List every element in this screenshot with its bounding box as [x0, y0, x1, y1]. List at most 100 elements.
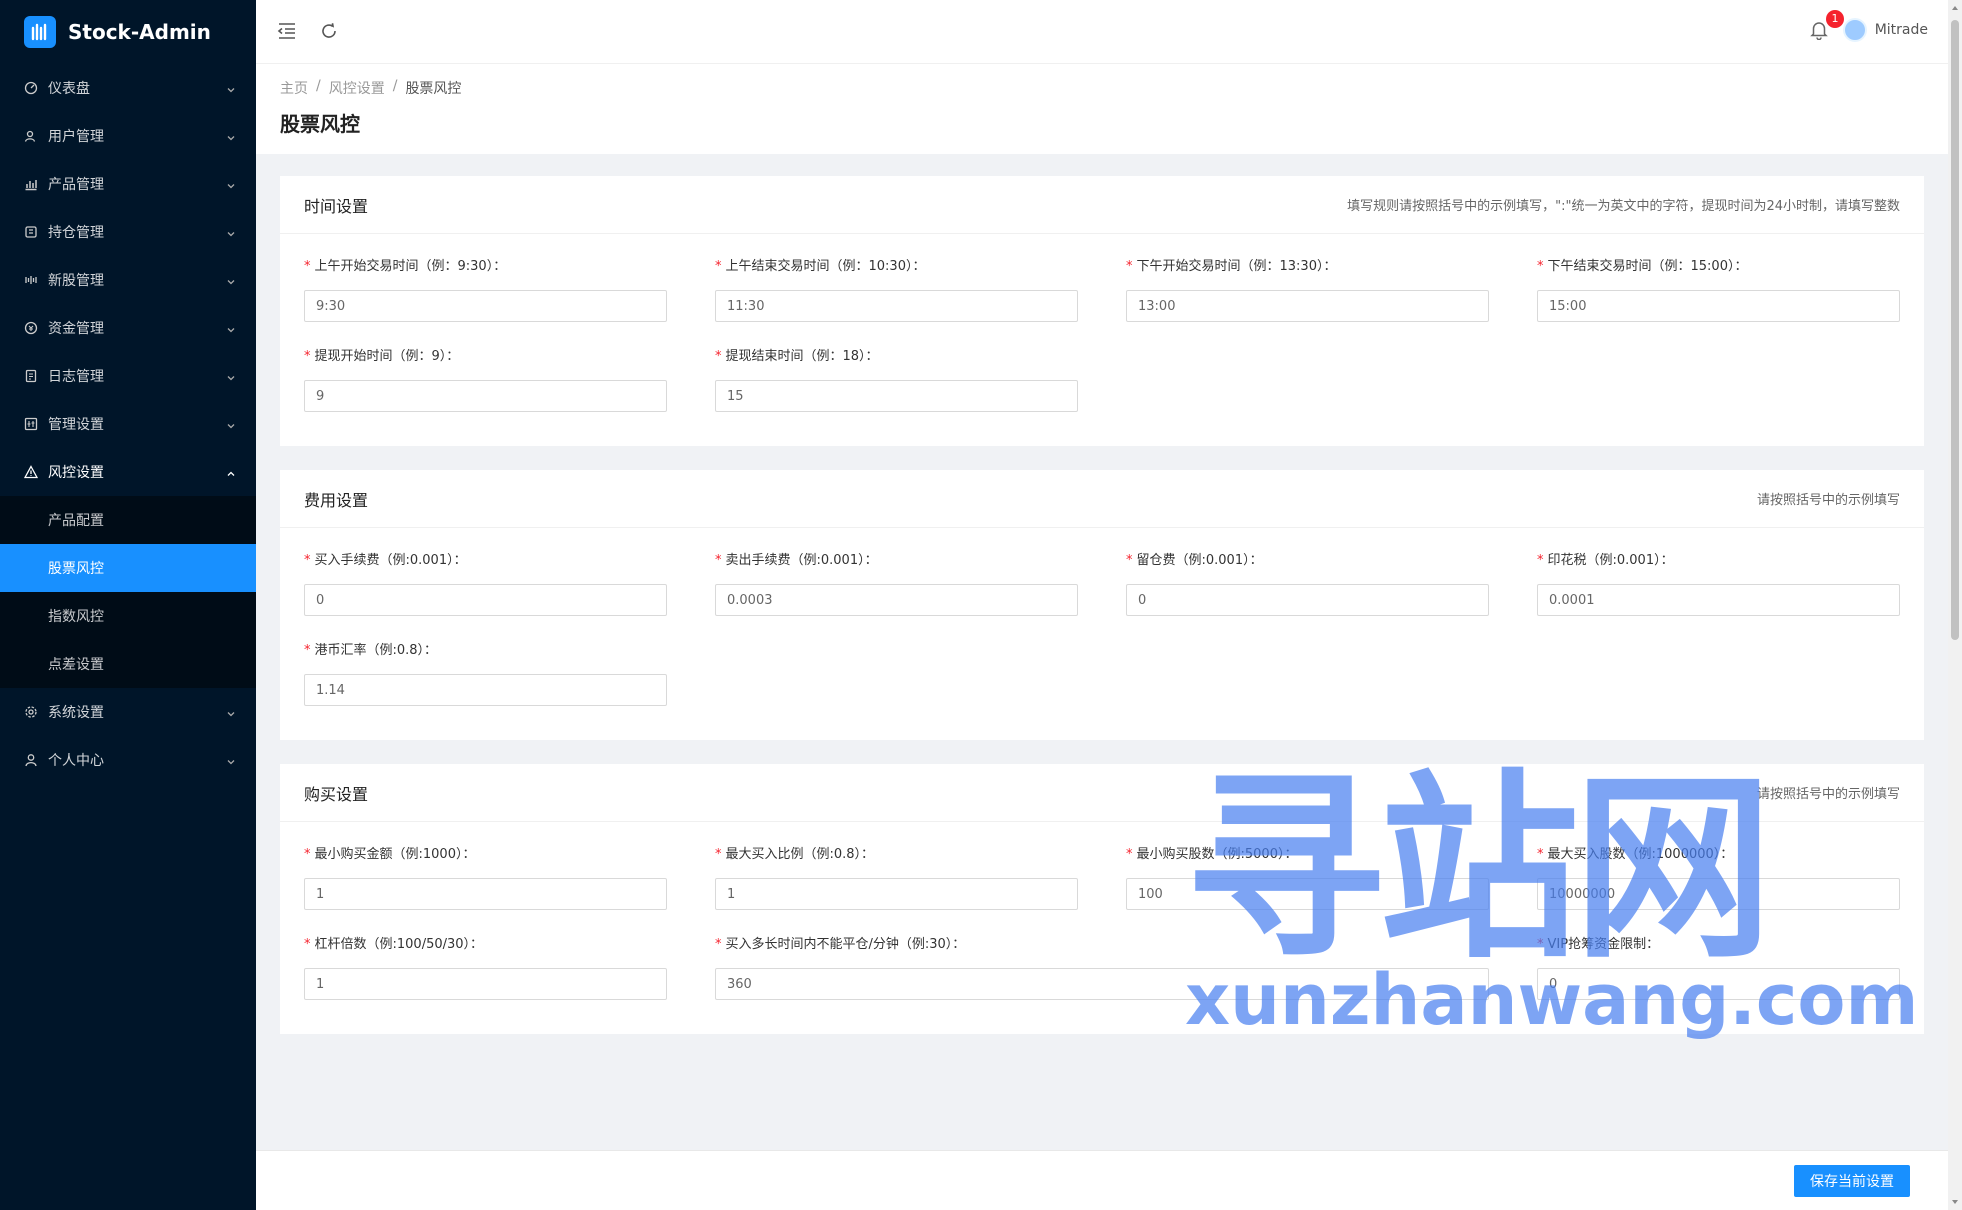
stamp-duty-input[interactable] [1537, 584, 1900, 616]
buy-fee-input[interactable] [304, 584, 667, 616]
card-title: 时间设置 [304, 196, 369, 216]
sidebar-item-label: 资金管理 [48, 321, 104, 337]
avatar [1842, 18, 1867, 42]
logo[interactable]: Stock-Admin [0, 0, 256, 64]
sidebar-item-label: 新股管理 [48, 273, 104, 289]
gear-icon [24, 705, 38, 719]
card-title: 购买设置 [304, 784, 369, 804]
card-tip: 请按照括号中的示例填写 [1756, 493, 1900, 508]
sidebar-item-stock-risk[interactable]: 股票风控 [0, 544, 256, 592]
field-label: 卖出手续费（例:0.001）： [725, 553, 878, 568]
save-settings-button[interactable]: 保存当前设置 [1794, 1164, 1910, 1197]
scroll-thumb[interactable] [1951, 20, 1959, 640]
field-label: 买入多长时间内不能平仓/分钟（例:30）： [725, 937, 966, 952]
main-content: 时间设置 填写规则请按照括号中的示例填写，":"统一为英文中的字符，提现时间为2… [280, 176, 1924, 1058]
pm-open-time-input[interactable] [1126, 290, 1489, 322]
notification-bell[interactable]: 1 [1810, 10, 1844, 42]
chevron-down-icon [226, 227, 236, 237]
username: Mitrade [1874, 22, 1928, 38]
sidebar-item-label: 个人中心 [48, 753, 104, 769]
user-icon [24, 753, 38, 767]
breadcrumb-separator: / [392, 78, 398, 94]
scroll-down-icon[interactable] [1951, 1198, 1959, 1206]
warning-icon [24, 465, 38, 479]
refresh-icon[interactable] [318, 20, 340, 42]
app-logo-icon [24, 16, 56, 48]
sidebar-item-ipo[interactable]: 新股管理 [0, 256, 256, 304]
breadcrumb-separator: / [316, 78, 321, 94]
sidebar-item-positions[interactable]: 持仓管理 [0, 208, 256, 256]
chevron-down-icon [226, 131, 236, 141]
chevron-down-icon [226, 83, 236, 93]
no-close-minutes-input[interactable] [715, 968, 1489, 1000]
chevron-up-icon [226, 467, 236, 477]
sidebar-item-index-risk[interactable]: 指数风控 [0, 592, 256, 640]
fee-settings-card: 费用设置 请按照括号中的示例填写 *买入手续费（例:0.001）： *卖出手续费… [280, 470, 1924, 740]
card-tip: 请按照括号中的示例填写 [1756, 787, 1900, 802]
leverage-input[interactable] [304, 968, 667, 1000]
card-tip: 填写规则请按照括号中的示例填写，":"统一为英文中的字符，提现时间为24小时制，… [1347, 199, 1900, 214]
chart-icon [24, 177, 38, 191]
vip-fund-limit-input[interactable] [1537, 968, 1900, 1000]
breadcrumb: 主页 / 风控设置 / 股票风控 [280, 78, 1924, 98]
chevron-down-icon [226, 755, 236, 765]
field-label: 上午结束交易时间（例：10:30）： [725, 259, 926, 274]
sidebar-item-system-settings[interactable]: 系统设置 [0, 688, 256, 736]
field-label: 最大买入股数（例:1000000）： [1547, 847, 1734, 862]
sidebar: Stock-Admin 仪表盘 用户管理 产品管理 持仓管理 新股管理 资金管理… [0, 0, 256, 1210]
top-header: 1 Mitrade [256, 0, 1948, 64]
max-buy-shares-input[interactable] [1537, 878, 1900, 910]
buy-settings-card: 购买设置 请按照括号中的示例填写 *最小购买金额（例:1000）： *最大买入比… [280, 764, 1924, 1034]
min-buy-amount-input[interactable] [304, 878, 667, 910]
app-name: Stock-Admin [68, 20, 211, 44]
chevron-down-icon [226, 419, 236, 429]
field-label: 留仓费（例:0.001）： [1136, 553, 1263, 568]
menu-fold-icon[interactable] [276, 20, 298, 42]
ipo-icon [24, 273, 38, 287]
field-label: 下午开始交易时间（例：13:30）： [1136, 259, 1337, 274]
sidebar-item-funds[interactable]: 资金管理 [0, 304, 256, 352]
withdraw-end-time-input[interactable] [715, 380, 1078, 412]
pm-close-time-input[interactable] [1537, 290, 1900, 322]
sidebar-item-products[interactable]: 产品管理 [0, 160, 256, 208]
sidebar-item-product-config[interactable]: 产品配置 [0, 496, 256, 544]
scrollbar[interactable] [1948, 0, 1962, 1210]
scroll-up-icon[interactable] [1951, 4, 1959, 12]
sidebar-item-profile[interactable]: 个人中心 [0, 736, 256, 784]
sell-fee-input[interactable] [715, 584, 1078, 616]
sidebar-item-admin-settings[interactable]: 管理设置 [0, 400, 256, 448]
withdraw-start-time-input[interactable] [304, 380, 667, 412]
user-menu[interactable]: Mitrade [1842, 18, 1928, 42]
field-label: 港币汇率（例:0.8）： [314, 643, 438, 658]
field-label: 杠杆倍数（例:100/50/30）： [314, 937, 484, 952]
overnight-fee-input[interactable] [1126, 584, 1489, 616]
chevron-down-icon [226, 275, 236, 285]
breadcrumb-home[interactable]: 主页 [280, 78, 308, 98]
field-label: 下午结束交易时间（例：15:00）： [1547, 259, 1748, 274]
field-label: 最小购买股数（例:5000）： [1136, 847, 1298, 862]
sidebar-item-logs[interactable]: 日志管理 [0, 352, 256, 400]
log-icon [24, 369, 38, 383]
hkd-rate-input[interactable] [304, 674, 667, 706]
sidebar-item-label: 仪表盘 [48, 81, 90, 97]
time-settings-card: 时间设置 填写规则请按照括号中的示例填写，":"统一为英文中的字符，提现时间为2… [280, 176, 1924, 446]
am-open-time-input[interactable] [304, 290, 667, 322]
sidebar-item-label: 系统设置 [48, 705, 104, 721]
sidebar-item-users[interactable]: 用户管理 [0, 112, 256, 160]
am-close-time-input[interactable] [715, 290, 1078, 322]
sidebar-item-risk-control[interactable]: 风控设置 [0, 448, 256, 496]
field-label: 提现结束时间（例：18）： [725, 349, 879, 364]
page-title: 股票风控 [280, 112, 360, 136]
dashboard-icon [24, 81, 38, 95]
sidebar-item-dashboard[interactable]: 仪表盘 [0, 64, 256, 112]
field-label: 买入手续费（例:0.001）： [314, 553, 467, 568]
admin-settings-icon [24, 417, 38, 431]
chevron-down-icon [226, 323, 236, 333]
breadcrumb-risk-settings[interactable]: 风控设置 [329, 78, 385, 98]
footer-bar: 保存当前设置 [256, 1150, 1948, 1210]
min-buy-shares-input[interactable] [1126, 878, 1489, 910]
max-buy-ratio-input[interactable] [715, 878, 1078, 910]
field-label: 上午开始交易时间（例：9:30）： [314, 259, 507, 274]
sidebar-item-spread-settings[interactable]: 点差设置 [0, 640, 256, 688]
sidebar-item-label: 日志管理 [48, 369, 104, 385]
